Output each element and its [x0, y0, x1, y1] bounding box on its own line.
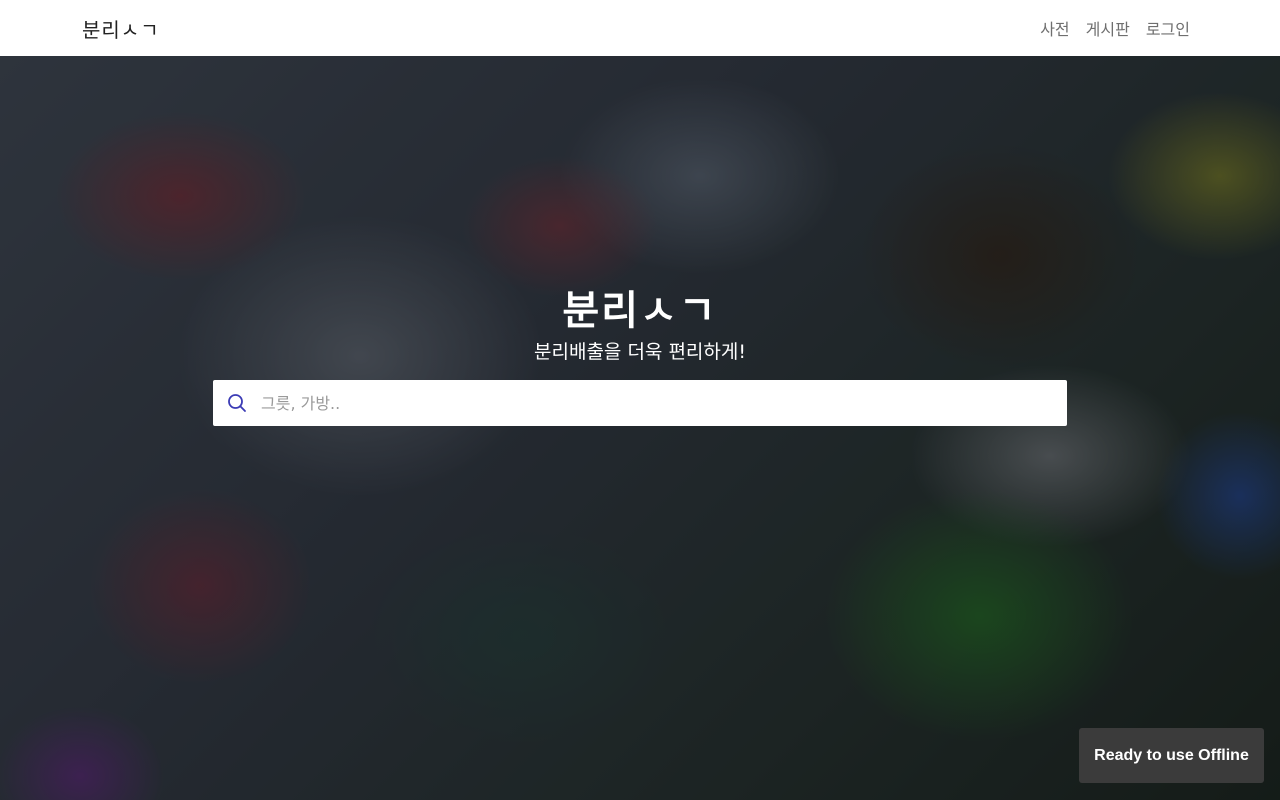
hero-section: 분리ㅅㄱ 분리배출을 더욱 편리하게!	[0, 56, 1280, 800]
navbar: 분리ㅅㄱ 사전 게시판 로그인	[0, 0, 1280, 56]
search-input[interactable]	[261, 380, 1067, 426]
hero-title: 분리ㅅㄱ	[562, 288, 718, 334]
brand-logo[interactable]: 분리ㅅㄱ	[82, 14, 160, 43]
search-icon[interactable]	[213, 380, 261, 426]
nav-link-board[interactable]: 게시판	[1086, 16, 1130, 40]
nav-link-dictionary[interactable]: 사전	[1040, 16, 1069, 40]
offline-ready-toast: Ready to use Offline	[1079, 728, 1264, 783]
nav-link-login[interactable]: 로그인	[1146, 16, 1190, 40]
hero-content: 분리ㅅㄱ 분리배출을 더욱 편리하게!	[0, 56, 1280, 800]
search-box[interactable]	[213, 380, 1067, 426]
hero-subtitle: 분리배출을 더욱 편리하게!	[534, 341, 746, 363]
nav-links: 사전 게시판 로그인	[1040, 16, 1190, 40]
